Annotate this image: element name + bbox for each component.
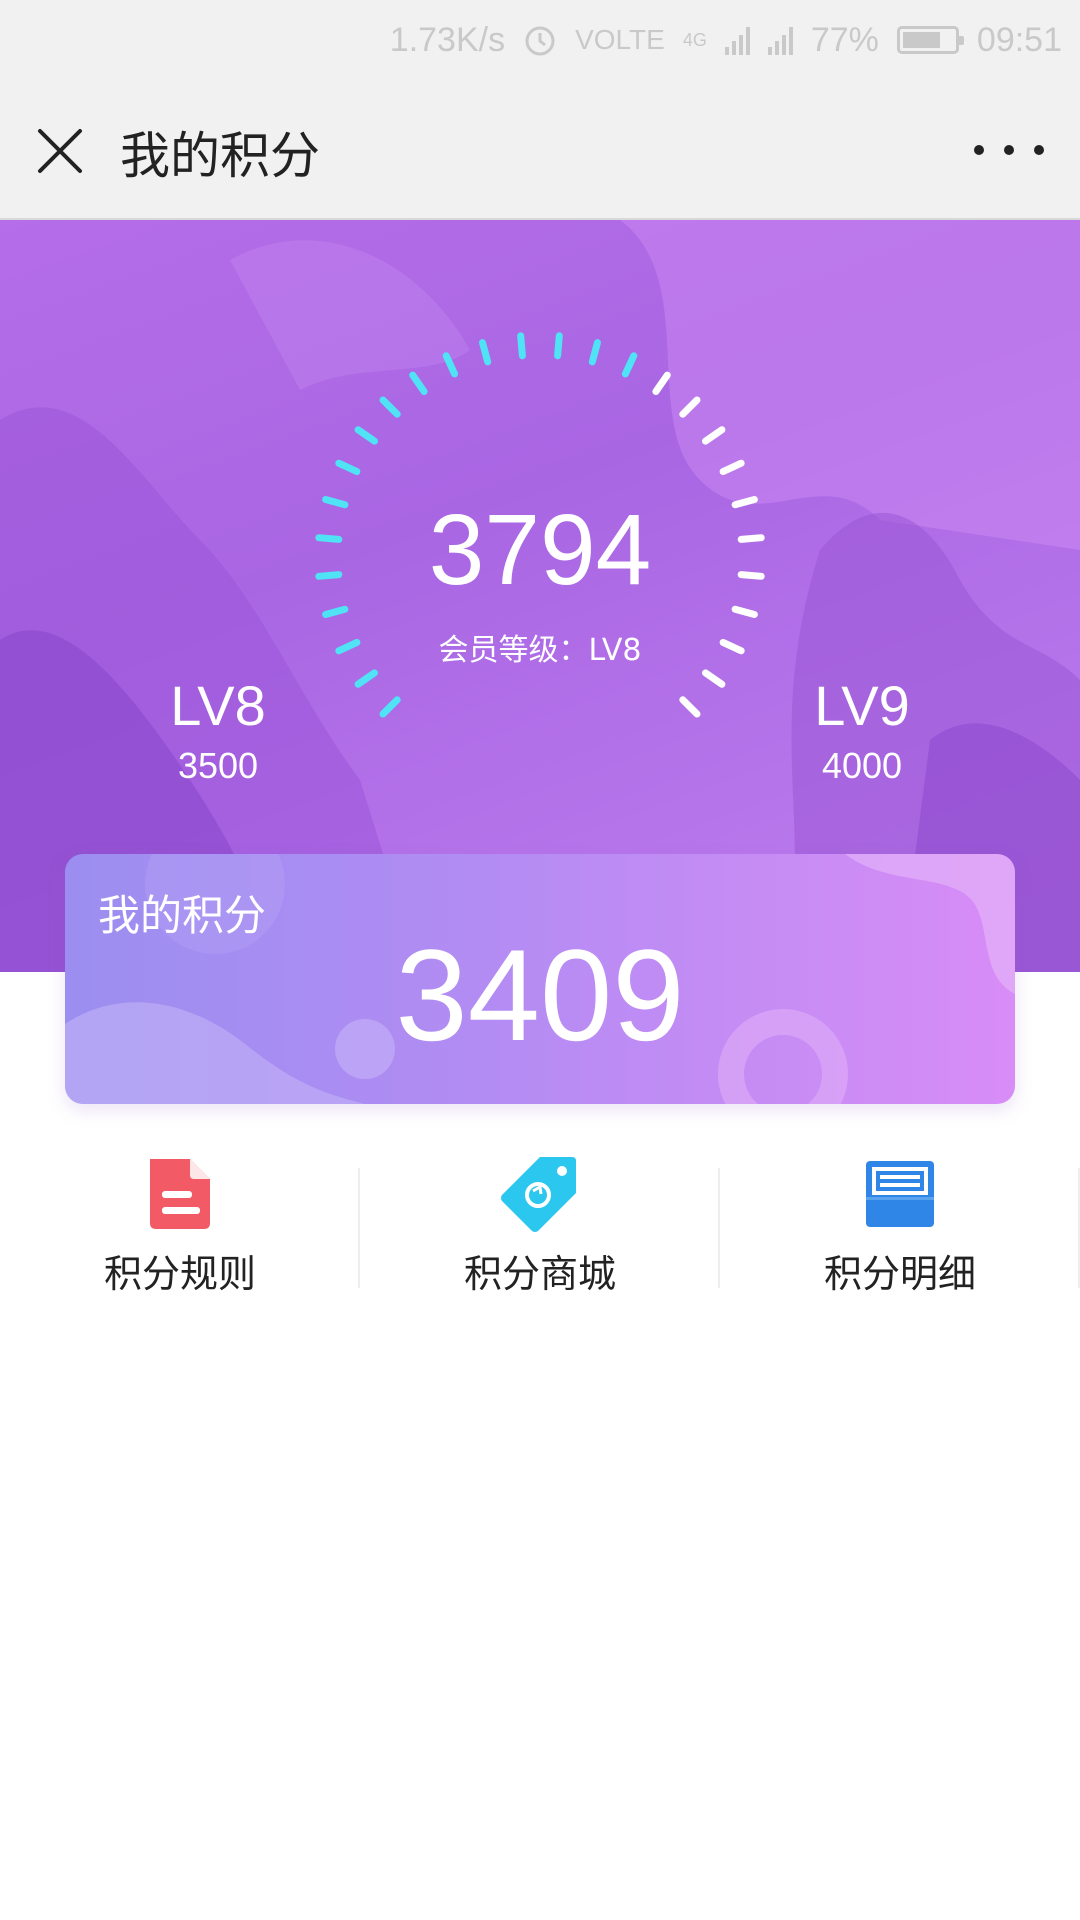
points-detail-label: 积分明细: [823, 1252, 976, 1296]
gauge-tick-active: [554, 332, 563, 360]
gauge-tick-active: [315, 571, 343, 580]
gauge-tick-active: [322, 605, 349, 618]
network-type: 4G: [682, 29, 707, 50]
more-dot-icon: [1034, 145, 1044, 155]
gauge-tick-active: [588, 339, 601, 366]
gauge-tick-active: [409, 371, 428, 395]
status-bar: 1.73K/s VOLTE 4G 77% 09:51: [0, 0, 1080, 80]
action-row: 积分规则 积分商城 积分明细: [0, 1140, 1080, 1296]
gauge-tick: [702, 669, 726, 688]
gauge-tick: [702, 426, 726, 445]
next-level: LV9 4000: [762, 678, 962, 784]
tag-icon: [501, 1157, 576, 1232]
current-level: LV8 3500: [118, 678, 318, 784]
signal-icon-2: [767, 25, 793, 55]
page-title: 我的积分: [120, 127, 320, 185]
member-level: 会员等级：LV8: [438, 633, 642, 668]
gauge-tick-active: [354, 426, 378, 445]
points-rules-label: 积分规则: [103, 1252, 256, 1296]
net-speed: 1.73K/s: [389, 20, 506, 59]
current-level-points: 3500: [177, 745, 259, 786]
nav-bar: 我的积分: [0, 80, 1080, 220]
gauge-tick-active: [315, 534, 343, 543]
volte-indicator: VOLTE: [575, 24, 665, 55]
gauge-tick: [737, 534, 765, 543]
points-detail-button[interactable]: 积分明细: [720, 1140, 1080, 1296]
gauge-tick-active: [379, 396, 401, 418]
clock: 09:51: [976, 20, 1062, 59]
document-icon: [150, 1159, 210, 1229]
list-icon: [866, 1161, 934, 1227]
current-points: 3794: [428, 494, 652, 606]
gauge-tick-active: [442, 352, 459, 378]
gauge-tick-active: [621, 352, 638, 378]
close-icon: [38, 129, 82, 173]
gauge-tick: [719, 459, 745, 476]
my-points-card: 我的积分 3409: [65, 854, 1015, 1104]
current-level-name: LV8: [170, 674, 266, 737]
points-mall-label: 积分商城: [463, 1252, 616, 1296]
gauge-tick: [731, 605, 758, 618]
gauge-tick-active: [479, 339, 492, 366]
alarm-icon: [525, 26, 555, 56]
more-menu-button[interactable]: [974, 130, 1044, 170]
gauge-tick-active: [335, 459, 361, 476]
gauge-tick-active: [379, 696, 401, 718]
more-dot-icon: [1004, 145, 1014, 155]
gauge-tick: [679, 696, 701, 718]
battery-percent: 77%: [810, 20, 879, 59]
next-level-points: 4000: [821, 745, 903, 786]
gauge-tick: [652, 371, 671, 395]
points-rules-button[interactable]: 积分规则: [0, 1140, 360, 1296]
more-dot-icon: [974, 145, 984, 155]
gauge-tick-active: [517, 332, 526, 360]
battery-icon: [896, 26, 964, 54]
my-points-value: 3409: [395, 922, 685, 1068]
gauge-tick-active: [354, 669, 378, 688]
gauge-tick: [679, 396, 701, 418]
points-mall-button[interactable]: 积分商城: [360, 1140, 720, 1296]
close-button[interactable]: [36, 127, 84, 175]
signal-icon: [724, 25, 750, 55]
gauge-tick: [737, 571, 765, 580]
next-level-name: LV9: [814, 674, 910, 737]
